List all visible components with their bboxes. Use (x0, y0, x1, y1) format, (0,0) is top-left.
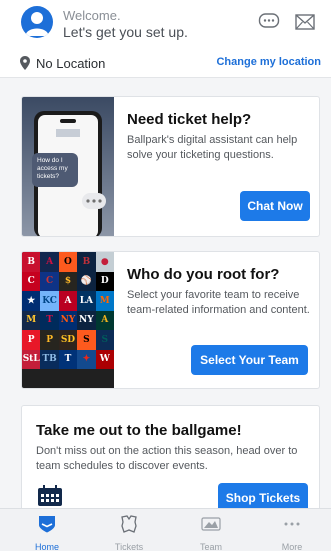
profile-avatar-icon[interactable] (21, 6, 53, 38)
team-logo-icon: A (40, 252, 59, 272)
calendar-icon (37, 485, 63, 507)
team-logo-icon: $ (58, 271, 78, 291)
chat-now-button[interactable]: Chat Now (240, 191, 310, 221)
team-logo-icon: NY (77, 310, 96, 330)
tab-label: Tickets (114, 542, 144, 551)
select-team-button[interactable]: Select Your Team (191, 345, 308, 375)
team-logo-icon: O (58, 252, 78, 272)
team-logo-icon: M (95, 291, 114, 311)
card-description: Don't miss out on the action this season… (36, 445, 298, 472)
card-title: Need ticket help? (127, 111, 252, 128)
tab-label: Team (199, 542, 222, 551)
shield-icon (37, 515, 57, 533)
team-logo-icon: B (77, 252, 96, 272)
team-logo-icon: LA (77, 291, 96, 311)
tab-label: More (281, 542, 303, 551)
ballgame-card: Take me out to the ballgame! Don't miss … (21, 405, 320, 525)
team-logo-icon: NY (58, 310, 78, 330)
team-logo-icon: T (40, 310, 59, 330)
current-location: No Location (36, 56, 106, 71)
tab-more[interactable]: More (259, 509, 325, 551)
card-title: Take me out to the ballgame! (36, 422, 242, 439)
team-logo-icon: KC (40, 291, 59, 311)
card-title: Who do you root for? (127, 266, 280, 283)
team-logo-icon: A (58, 291, 78, 311)
change-location-link[interactable]: Change my location (216, 56, 321, 68)
location-pin-icon (20, 56, 30, 70)
location-bar: No Location Change my location (0, 48, 331, 78)
welcome-text: Welcome. (63, 8, 121, 23)
team-logo-icon: B (22, 252, 41, 272)
favorite-team-card: B A O B ● C C $ ⚾ D ★ KC A LA M M T NY N… (21, 251, 320, 389)
tab-team[interactable]: Team (178, 509, 244, 551)
team-logo-icon: W (95, 349, 114, 369)
ticket-icon (119, 515, 139, 533)
team-logo-icon: M (22, 310, 41, 330)
team-logo-icon: ✦ (77, 349, 96, 369)
more-dots-icon (282, 515, 302, 533)
team-logo-icon: StL (22, 349, 41, 369)
team-logo-icon: ● (95, 252, 114, 272)
team-logo-icon: D (95, 271, 114, 291)
team-logo-icon: A (95, 310, 114, 330)
team-logo-icon: P (22, 330, 41, 350)
card-description: Select your favorite team to receive tea… (127, 289, 310, 316)
tab-home[interactable]: Home (14, 509, 80, 551)
team-logos-grid: B A O B ● C C $ ⚾ D ★ KC A LA M M T NY N… (22, 252, 114, 388)
team-logo-icon: ⚾ (77, 271, 96, 291)
chat-bubble-icon[interactable] (258, 12, 280, 32)
app-header: Welcome. Let's get you set up. (0, 0, 331, 48)
mail-icon[interactable] (294, 12, 316, 32)
team-logo-icon: TB (40, 349, 59, 369)
team-logo-icon: C (22, 271, 41, 291)
team-logo-icon: S (77, 330, 96, 350)
card-description: Ballpark's digital assistant can help so… (127, 134, 298, 161)
tab-tickets[interactable]: Tickets (96, 509, 162, 551)
ticket-help-card: How do I access my tickets? Need ticket … (21, 96, 320, 237)
chat-bubble-sample: How do I access my tickets? (32, 153, 78, 187)
team-logo-icon: S (95, 330, 114, 350)
setup-subtitle: Let's get you set up. (63, 24, 188, 40)
team-logo-icon: ★ (22, 291, 41, 311)
team-logo-icon: P (40, 330, 59, 350)
tab-label: Home (34, 542, 59, 551)
bottom-tab-bar: Home Tickets Team More (0, 508, 331, 551)
team-logo-icon: SD (58, 330, 78, 350)
team-icon (201, 515, 221, 533)
team-logo-icon: C (40, 271, 59, 291)
team-logo-icon: T (58, 349, 78, 369)
